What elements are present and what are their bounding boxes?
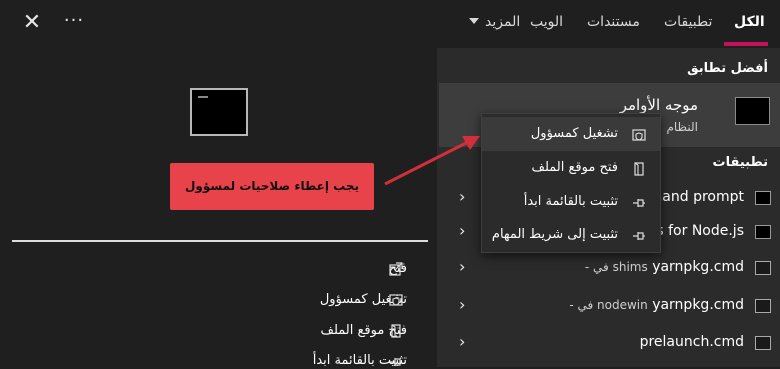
context-menu-pin-taskbar[interactable]: تثبيت إلى شريط المهام — [482, 218, 660, 252]
command-prompt-icon — [755, 191, 771, 205]
tab-more-label: المزيد — [485, 14, 521, 30]
chevron-right-icon[interactable]: › — [459, 189, 465, 205]
context-menu-run-as-admin[interactable]: تشغيل كمسؤول — [482, 117, 660, 151]
tab-more[interactable]: المزيد — [469, 14, 520, 30]
folder-file-icon — [391, 324, 401, 338]
command-prompt-icon — [755, 225, 771, 239]
context-menu-label: تثبيت إلى شريط المهام — [491, 227, 618, 242]
list-item-name: yarnpkg.cmd — [652, 297, 744, 313]
list-item[interactable]: › - في shims yarnpkg.cmd — [439, 250, 780, 286]
script-file-icon — [755, 336, 771, 350]
list-item-title: - في nodewin yarnpkg.cmd — [569, 297, 744, 313]
list-item-title: mand prompt — [648, 189, 744, 205]
command-prompt-icon — [190, 88, 248, 136]
tab-all[interactable]: الكل — [734, 14, 765, 30]
folder-file-icon — [634, 162, 644, 176]
context-menu-label: فتح موقع الملف — [531, 160, 618, 175]
script-file-icon — [755, 299, 771, 313]
list-item[interactable]: › prelaunch.cmd — [439, 325, 780, 361]
shield-icon — [632, 129, 646, 141]
active-tab-indicator — [724, 42, 768, 46]
chevron-right-icon[interactable]: › — [459, 223, 465, 239]
context-menu-open-file-location[interactable]: فتح موقع الملف — [482, 151, 660, 185]
command-prompt-icon — [735, 97, 770, 125]
list-item-title: prelaunch.cmd — [639, 334, 744, 350]
context-menu-label: تشغيل كمسؤول — [530, 126, 618, 141]
chevron-down-icon — [469, 18, 479, 24]
more-dots-icon[interactable]: ··· — [60, 9, 88, 37]
pin-icon — [633, 199, 645, 207]
context-menu-pin-start[interactable]: تثبيت بالقائمة ابدأ — [482, 185, 660, 219]
list-item-title: ls for Node.js — [652, 223, 744, 239]
open-icon — [389, 262, 403, 276]
best-match-title: موجه الأوامر — [619, 96, 698, 114]
script-file-icon — [755, 261, 771, 275]
list-item-meta: - في shims — [584, 260, 648, 274]
list-item[interactable]: › - في nodewin yarnpkg.cmd — [439, 288, 780, 324]
admin-note-label: يجب إعطاء صلاحيات لمسؤول — [170, 163, 374, 210]
best-match-header: أفضل تطابق — [687, 61, 768, 76]
context-menu: تشغيل كمسؤول فتح موقع الملف تثبيت بالقائ… — [481, 113, 661, 253]
best-match-subtitle: النظام — [666, 120, 698, 134]
list-item-name: yarnpkg.cmd — [652, 259, 744, 275]
tab-apps[interactable]: تطبيقات — [664, 14, 712, 30]
context-menu-label: تثبيت بالقائمة ابدأ — [523, 194, 618, 209]
chevron-right-icon[interactable]: › — [459, 334, 465, 350]
list-item-meta: - في nodewin — [569, 298, 648, 312]
divider — [12, 240, 428, 242]
tab-documents[interactable]: مستندات — [587, 14, 640, 30]
close-icon[interactable]: ✕ — [18, 9, 46, 37]
apps-header: تطبيقات — [712, 155, 768, 170]
chevron-right-icon[interactable]: › — [459, 259, 465, 275]
tab-web[interactable]: الويب — [530, 14, 563, 30]
chevron-right-icon[interactable]: › — [459, 297, 465, 313]
shield-icon — [389, 294, 403, 306]
pin-icon — [633, 232, 645, 240]
search-top-bar: ✕ ··· المزيد الويب مستندات تطبيقات الكل — [0, 0, 780, 48]
list-item-title: - في shims yarnpkg.cmd — [585, 259, 744, 275]
